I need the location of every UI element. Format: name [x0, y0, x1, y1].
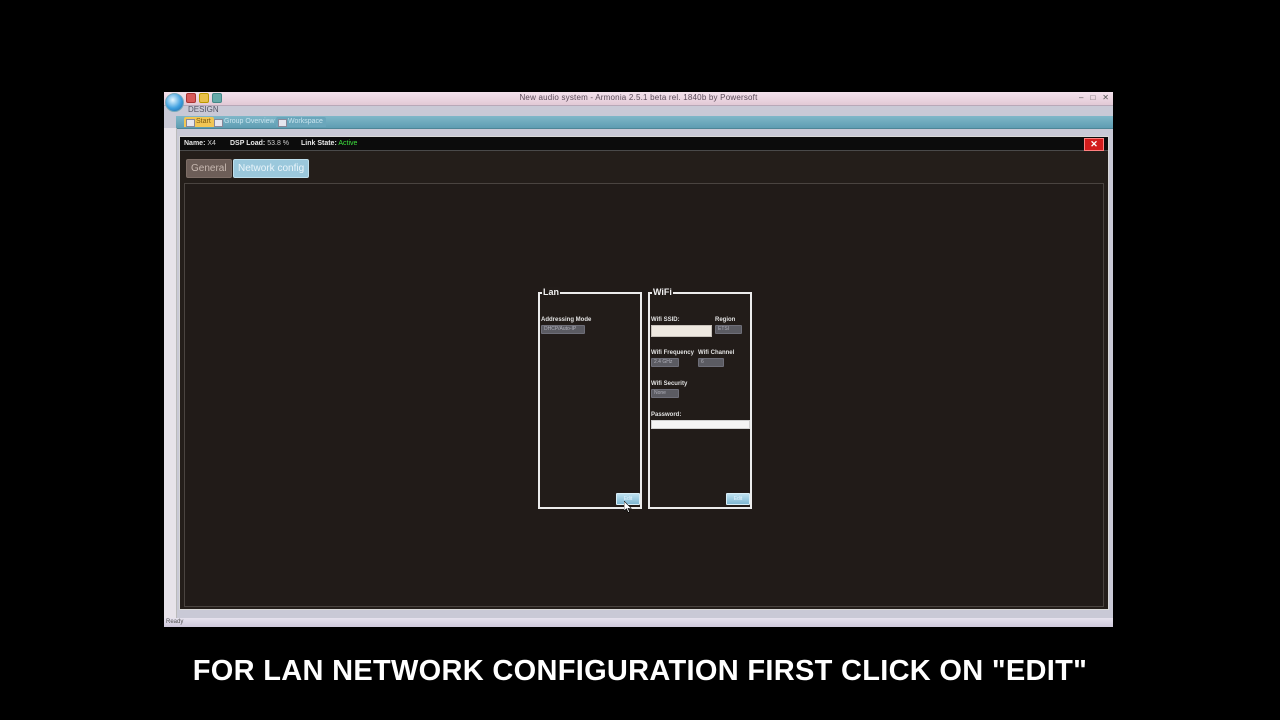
tab-group-overview[interactable]: Group Overview [212, 117, 278, 127]
ribbon-tab-design[interactable]: DESIGN [188, 105, 219, 114]
window-title: New audio system - Armonia 2.5.1 beta re… [519, 93, 758, 102]
device-panel: Name: X4 DSP Load: 53.8 % Link State: Ac… [179, 136, 1109, 610]
wifi-group: WiFi Wifi SSID: Region ETSI Wifi Frequen… [648, 287, 752, 509]
device-name: Name: X4 [184, 140, 216, 147]
wifi-ssid-input[interactable] [651, 325, 712, 337]
wifi-channel-select[interactable]: 6 [698, 358, 724, 367]
tab-workspace[interactable]: Workspace [276, 117, 326, 127]
device-info-header: Name: X4 DSP Load: 53.8 % Link State: Ac… [180, 137, 1108, 151]
wifi-frequency-select[interactable]: 2.4 GHz [651, 358, 679, 367]
wifi-edit-button[interactable]: Edit [726, 493, 750, 505]
new-file-icon[interactable] [186, 93, 196, 103]
password-input[interactable] [651, 420, 750, 429]
lan-title: Lan [542, 287, 561, 297]
network-config-content [184, 183, 1104, 607]
window-controls: – □ ✕ [1079, 93, 1109, 102]
link-state: Link State: Active [301, 140, 358, 147]
mouse-cursor-icon [624, 501, 632, 513]
maximize-button[interactable]: □ [1090, 93, 1095, 102]
title-bar: New audio system - Armonia 2.5.1 beta re… [164, 92, 1113, 106]
lan-group: Lan Addressing Mode DHCP/Auto-IP Edit [538, 287, 642, 509]
quick-access-toolbar [186, 93, 222, 103]
addressing-mode-label: Addressing Mode [541, 317, 592, 323]
dsp-load: DSP Load: 53.8 % [230, 140, 290, 147]
tab-network-config[interactable]: Network config [233, 159, 310, 178]
close-panel-button[interactable]: ✕ [1084, 138, 1104, 151]
group-overview-icon [214, 119, 223, 127]
left-gutter [164, 128, 177, 618]
open-folder-icon[interactable] [199, 93, 209, 103]
status-bar: Ready [164, 618, 1113, 627]
start-tab-icon [186, 119, 195, 127]
app-menu-orb-icon[interactable] [165, 93, 184, 112]
region-label: Region [715, 317, 736, 323]
wifi-ssid-label: Wifi SSID: [651, 317, 680, 323]
addressing-mode-select[interactable]: DHCP/Auto-IP [541, 325, 585, 334]
wifi-security-select[interactable]: None [651, 389, 679, 398]
region-select[interactable]: ETSI [715, 325, 742, 334]
tab-general[interactable]: General [186, 159, 232, 178]
wifi-title: WiFi [652, 287, 673, 297]
tab-start[interactable]: Start [184, 117, 214, 127]
workspace-icon [278, 119, 287, 127]
instruction-caption: FOR LAN NETWORK CONFIGURATION FIRST CLIC… [192, 655, 1088, 687]
wifi-security-label: Wifi Security [651, 381, 688, 387]
wifi-channel-label: Wifi Channel [698, 350, 735, 356]
document-tab-strip: Start Group Overview Workspace [176, 116, 1113, 129]
save-icon[interactable] [212, 93, 222, 103]
minimize-button[interactable]: – [1079, 93, 1083, 102]
close-window-button[interactable]: ✕ [1102, 93, 1109, 102]
status-text: Ready [166, 619, 184, 625]
password-label: Password: [651, 412, 682, 418]
wifi-frequency-label: Wifi Frequency [651, 350, 694, 356]
